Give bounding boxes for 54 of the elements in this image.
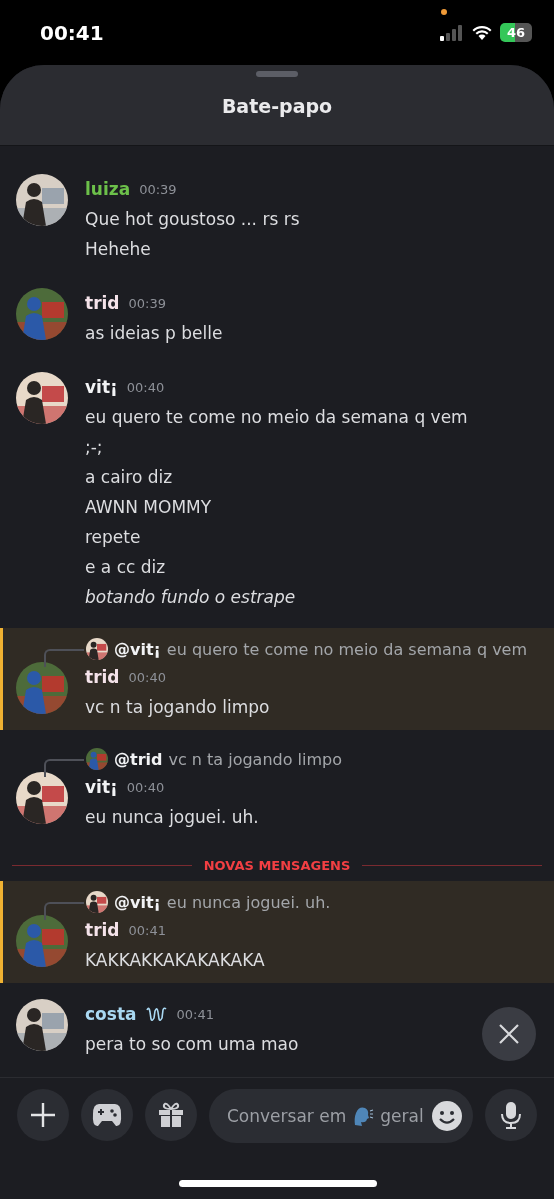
privacy-dot-icon xyxy=(441,9,447,15)
timestamp: 00:40 xyxy=(126,379,165,395)
reply-author[interactable]: @vit¡ xyxy=(114,639,161,659)
speaking-head-icon xyxy=(352,1105,375,1127)
timestamp: 00:41 xyxy=(128,922,166,938)
signal-icon xyxy=(440,24,464,41)
reply-preview[interactable]: vc n ta jogando limpo xyxy=(168,749,342,769)
message-text: AWNN MOMMY xyxy=(85,496,213,519)
message-text: KAKKAKKAKAKAKAKA xyxy=(85,949,265,972)
message-text: botando fundo o estrape xyxy=(85,586,297,609)
close-button[interactable] xyxy=(482,1007,536,1061)
timestamp: 00:40 xyxy=(126,779,165,795)
timestamp: 00:41 xyxy=(176,1006,214,1022)
reply-author[interactable]: @trid xyxy=(114,749,163,769)
message-text: e a cc diz xyxy=(85,556,167,579)
message-text: vc n ta jogando limpo xyxy=(85,696,270,719)
author-name[interactable]: vit¡ xyxy=(85,377,118,397)
author-name[interactable]: trid xyxy=(85,293,120,313)
new-messages-divider: NOVAS MENSAGENS xyxy=(203,858,351,873)
message-text: Hehehe xyxy=(85,238,152,261)
gift-icon xyxy=(158,1102,184,1128)
message-text: eu quero te come no meio da semana q vem xyxy=(85,406,468,429)
message-text: as ideias p belle xyxy=(85,322,223,345)
author-name[interactable]: costa xyxy=(85,1004,137,1024)
gift-button[interactable] xyxy=(145,1089,197,1141)
author-name[interactable]: vit¡ xyxy=(85,777,118,797)
clock: 00:41 xyxy=(40,20,104,45)
message-text: Que hot goustoso ... rs rs xyxy=(85,208,300,231)
channel-title: Bate-papo xyxy=(221,95,333,117)
close-icon xyxy=(498,1023,520,1045)
message-text: eu nunca joguei. uh. xyxy=(85,806,259,829)
timestamp: 00:40 xyxy=(128,669,166,685)
message-text: repete xyxy=(85,526,142,549)
microphone-icon xyxy=(500,1101,522,1129)
wifi-icon xyxy=(472,25,492,40)
gamepad-icon xyxy=(92,1102,122,1128)
message-input[interactable]: Conversar em geral xyxy=(209,1089,473,1143)
voice-button[interactable] xyxy=(485,1089,537,1141)
message-text: ;-; xyxy=(85,436,104,459)
add-button[interactable] xyxy=(17,1089,69,1141)
games-button[interactable] xyxy=(81,1089,133,1141)
reply-preview[interactable]: eu nunca joguei. uh. xyxy=(166,892,331,912)
plus-icon xyxy=(30,1102,56,1128)
timestamp: 00:39 xyxy=(139,181,177,197)
message-text: pera to so com uma mao xyxy=(85,1033,299,1056)
author-name[interactable]: trid xyxy=(85,920,120,940)
author-name[interactable]: luiza xyxy=(85,179,131,199)
drag-handle[interactable] xyxy=(256,71,298,77)
reply-author[interactable]: @vit¡ xyxy=(114,892,161,912)
author-name[interactable]: trid xyxy=(85,667,120,687)
timestamp: 00:39 xyxy=(128,295,166,311)
message-text: a cairo diz xyxy=(85,466,174,489)
emoji-icon[interactable] xyxy=(431,1100,463,1132)
reply-preview[interactable]: eu quero te come no meio da semana q vem xyxy=(166,639,528,659)
